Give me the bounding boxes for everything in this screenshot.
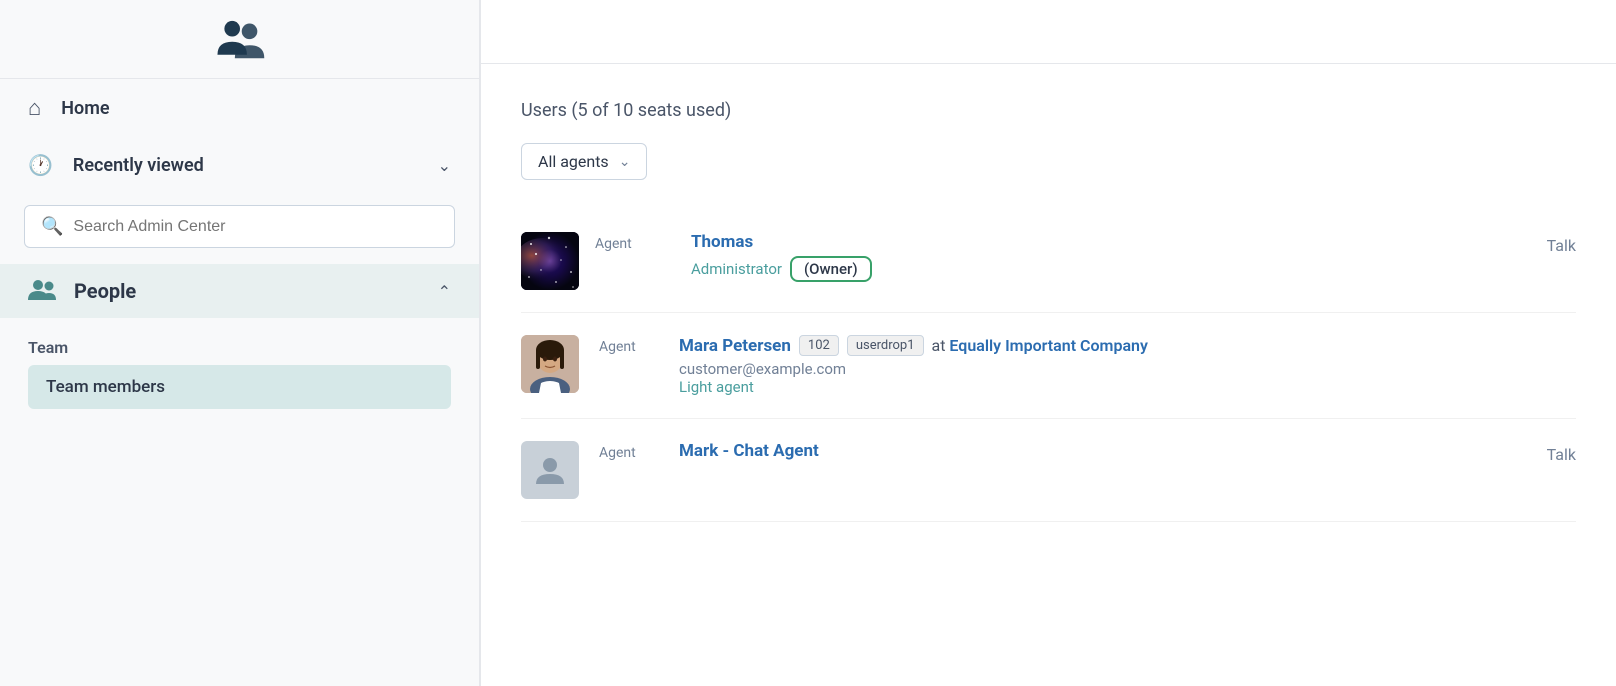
avatar: [521, 232, 579, 290]
user-role-row: Light agent: [679, 378, 1576, 396]
user-badge-drop: userdrop1: [847, 335, 924, 356]
user-info: Thomas Administrator (Owner): [691, 232, 1531, 282]
table-row: Agent Mark - Chat Agent Talk: [521, 419, 1576, 522]
filter-dropdown[interactable]: All agents ⌄: [521, 143, 647, 180]
home-icon: ⌂: [28, 95, 41, 121]
filter-dropdown-label: All agents: [538, 152, 609, 171]
search-box[interactable]: 🔍: [24, 205, 455, 248]
sidebar-item-home[interactable]: ⌂ Home: [0, 79, 479, 137]
team-label: Team: [28, 338, 451, 357]
people-label: People: [74, 279, 136, 303]
user-detail-row: customer@example.com: [679, 360, 1576, 378]
user-name[interactable]: Mara Petersen: [679, 336, 791, 356]
sidebar-recently-viewed-label: Recently viewed: [73, 155, 204, 176]
sidebar-home-label: Home: [61, 98, 109, 119]
search-input[interactable]: [73, 218, 438, 236]
table-row: Agent Mara Petersen 102 userdrop1 at Equ…: [521, 313, 1576, 419]
user-info: Mark - Chat Agent: [679, 441, 1527, 465]
people-icon: [28, 278, 56, 304]
avatar: [521, 441, 579, 499]
main-content-area: Users (5 of 10 seats used) All agents ⌄: [480, 0, 1616, 686]
mara-avatar-image: [521, 335, 579, 393]
user-name[interactable]: Thomas: [691, 232, 753, 252]
sidebar-item-people[interactable]: People ⌃: [0, 264, 479, 318]
user-detail-row: Administrator (Owner): [691, 256, 1531, 282]
team-members-item[interactable]: Team members: [28, 365, 451, 409]
team-section: Team Team members: [0, 318, 479, 417]
dropdown-chevron-icon: ⌄: [619, 154, 631, 170]
search-container: 🔍: [0, 193, 479, 264]
thomas-avatar-image: [521, 232, 579, 290]
user-name-row: Thomas: [691, 232, 1531, 252]
placeholder-avatar-icon: [534, 454, 566, 486]
search-icon: 🔍: [41, 216, 63, 237]
sidebar-nav: ⌂ Home 🕐 Recently viewed ⌄: [0, 79, 479, 193]
user-name-row: Mark - Chat Agent: [679, 441, 1527, 461]
main-content: Users (5 of 10 seats used) All agents ⌄: [481, 64, 1616, 558]
user-info: Mara Petersen 102 userdrop1 at Equally I…: [679, 335, 1576, 396]
company-name: Equally Important Company: [949, 336, 1148, 355]
owner-badge: (Owner): [790, 256, 872, 282]
avatar: [521, 335, 579, 393]
user-name-row: Mara Petersen 102 userdrop1 at Equally I…: [679, 335, 1576, 356]
table-row: Agent Thomas Administrator (Owner) Talk: [521, 210, 1576, 313]
sidebar-item-recently-viewed[interactable]: 🕐 Recently viewed ⌄: [0, 137, 479, 193]
product-label: Talk: [1547, 441, 1576, 464]
user-role: Administrator: [691, 260, 782, 278]
product-label: Talk: [1547, 232, 1576, 255]
users-title: Users (5 of 10 seats used): [521, 100, 1576, 121]
agent-tag: Agent: [595, 236, 632, 252]
chevron-up-icon: ⌃: [438, 282, 451, 301]
agent-tag: Agent: [599, 445, 636, 461]
agent-label-col: Agent: [599, 441, 659, 461]
agent-label-col: Agent: [599, 335, 659, 355]
at-company: at Equally Important Company: [932, 336, 1148, 355]
user-name[interactable]: Mark - Chat Agent: [679, 441, 819, 461]
sidebar: ⌂ Home 🕐 Recently viewed ⌄ 🔍 People ⌃: [0, 0, 480, 686]
user-type: Light agent: [679, 378, 754, 396]
agent-tag: Agent: [599, 339, 636, 355]
at-text: at: [932, 336, 950, 355]
agent-label-col: Agent: [595, 232, 675, 252]
clock-icon: 🕐: [28, 153, 53, 177]
main-header: [481, 0, 1616, 64]
chevron-down-icon: ⌄: [438, 156, 451, 175]
user-badge-number: 102: [799, 335, 839, 356]
sidebar-logo-area: [0, 0, 479, 79]
zendesk-logo-icon: [214, 18, 266, 62]
user-email: customer@example.com: [679, 360, 846, 378]
